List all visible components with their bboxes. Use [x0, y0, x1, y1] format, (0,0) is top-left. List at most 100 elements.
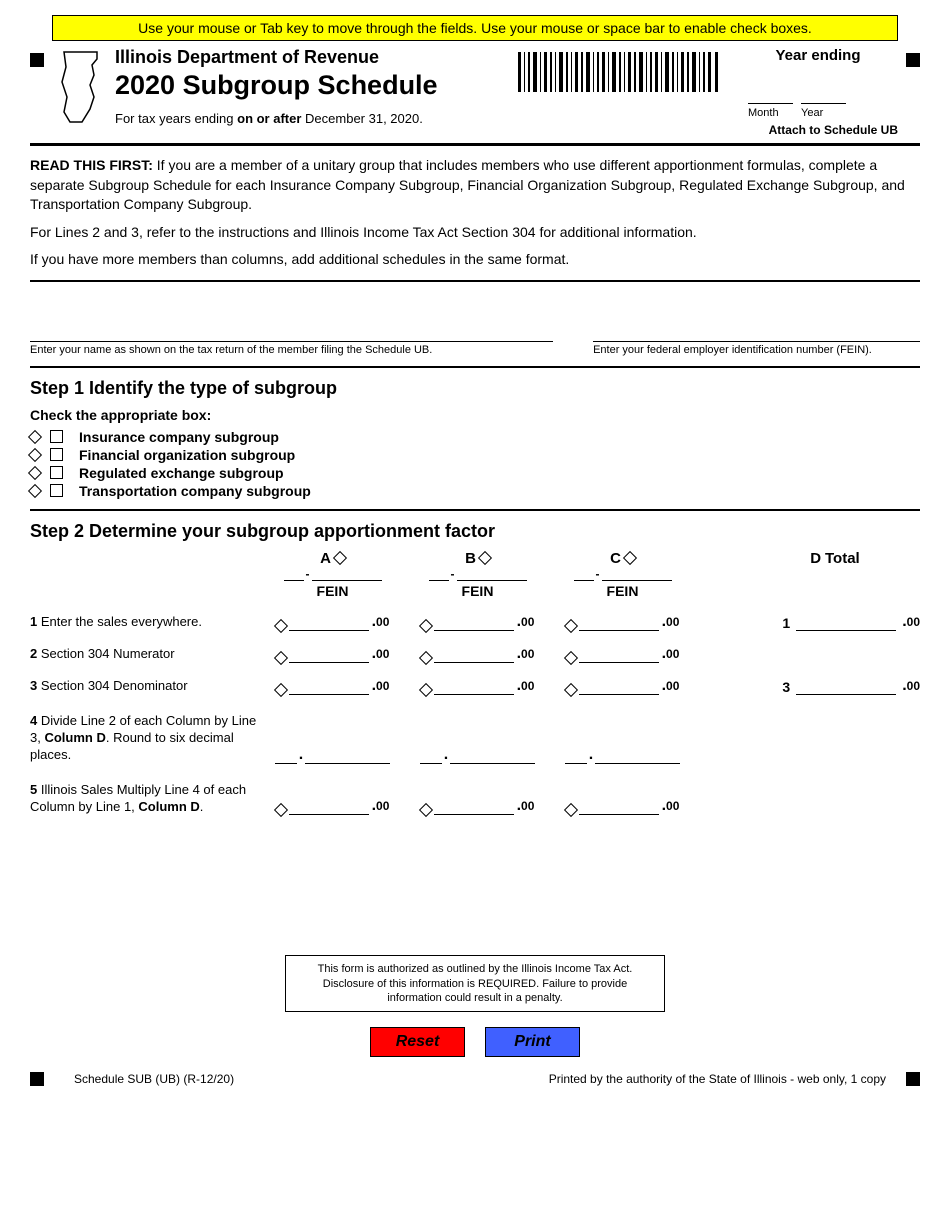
- line4-c-int-input[interactable]: [565, 748, 587, 764]
- checkbox-input[interactable]: [50, 430, 63, 443]
- apportionment-table: A - FEIN B - FEIN C - FEIN D Total 1 Ent…: [30, 550, 920, 815]
- diamond-icon: [478, 551, 492, 565]
- checkbox-label: Insurance company subgroup: [79, 429, 279, 445]
- line3-a-input[interactable]: [289, 677, 369, 695]
- year-ending-block: Year ending Month Year Attach to Schedul…: [738, 47, 898, 137]
- line-5-row: 5 Illinois Sales Multiply Line 4 of each…: [30, 782, 920, 816]
- diamond-icon: [419, 651, 433, 665]
- fein-input[interactable]: [593, 322, 920, 342]
- form-id: Schedule SUB (UB) (R-12/20): [74, 1072, 234, 1086]
- fein-header-c: FEIN: [550, 583, 695, 599]
- line3-total-input[interactable]: [796, 677, 896, 695]
- line5-b-input[interactable]: [434, 797, 514, 815]
- line-3-row: 3 Section 304 Denominator .00 .00 .00 3.…: [30, 677, 920, 695]
- diamond-icon: [564, 619, 578, 633]
- checkbox-insurance: Insurance company subgroup: [30, 429, 920, 445]
- line5-c-input[interactable]: [579, 797, 659, 815]
- diamond-icon: [419, 803, 433, 817]
- diamond-icon: [28, 448, 42, 462]
- more-members-note: If you have more members than columns, a…: [30, 250, 920, 270]
- lines-2-3-note: For Lines 2 and 3, refer to the instruct…: [30, 223, 920, 243]
- diamond-icon: [274, 651, 288, 665]
- check-appropriate-label: Check the appropriate box:: [30, 407, 920, 423]
- diamond-icon: [28, 466, 42, 480]
- checkbox-label: Transportation company subgroup: [79, 483, 311, 499]
- divider: [30, 143, 920, 146]
- year-label: Year: [801, 107, 846, 119]
- name-label: Enter your name as shown on the tax retu…: [30, 344, 553, 356]
- diamond-icon: [28, 484, 42, 498]
- fein-b-suffix-input[interactable]: [457, 567, 527, 581]
- checkbox-regulated: Regulated exchange subgroup: [30, 465, 920, 481]
- print-authority: Printed by the authority of the State of…: [549, 1072, 886, 1086]
- line1-c-input[interactable]: [579, 613, 659, 631]
- read-this-first: READ THIS FIRST: If you are a member of …: [30, 156, 920, 215]
- diamond-icon: [274, 683, 288, 697]
- line4-a-int-input[interactable]: [275, 748, 297, 764]
- diamond-icon: [419, 683, 433, 697]
- divider: [30, 280, 920, 282]
- line2-a-input[interactable]: [289, 645, 369, 663]
- checkbox-label: Regulated exchange subgroup: [79, 465, 284, 481]
- line-4-row: 4 Divide Line 2 of each Column by Line 3…: [30, 713, 920, 764]
- registration-mark-br: [906, 1072, 920, 1086]
- attach-note: Attach to Schedule UB: [738, 123, 898, 137]
- diamond-icon: [333, 551, 347, 565]
- illinois-state-icon: [52, 47, 107, 127]
- fein-a-suffix-input[interactable]: [312, 567, 382, 581]
- button-row: Reset Print: [30, 1027, 920, 1057]
- fein-c-suffix-input[interactable]: [602, 567, 672, 581]
- title-block: Illinois Department of Revenue 2020 Subg…: [115, 47, 498, 126]
- line4-b-dec-input[interactable]: [450, 748, 535, 764]
- line2-c-input[interactable]: [579, 645, 659, 663]
- fein-label: Enter your federal employer identificati…: [593, 344, 920, 356]
- checkbox-input[interactable]: [50, 466, 63, 479]
- line4-b-int-input[interactable]: [420, 748, 442, 764]
- fein-b-prefix-input[interactable]: [429, 567, 449, 581]
- year-input[interactable]: [801, 86, 846, 104]
- header: Illinois Department of Revenue 2020 Subg…: [30, 47, 920, 137]
- diamond-icon: [564, 683, 578, 697]
- checkbox-input[interactable]: [50, 484, 63, 497]
- year-ending-label: Year ending: [738, 47, 898, 64]
- line4-c-dec-input[interactable]: [595, 748, 680, 764]
- registration-mark-bl: [30, 1072, 44, 1086]
- registration-mark-tr: [906, 53, 920, 67]
- checkbox-input[interactable]: [50, 448, 63, 461]
- tax-years-note: For tax years ending on or after Decembe…: [115, 111, 498, 126]
- print-button[interactable]: Print: [485, 1027, 580, 1057]
- reset-button[interactable]: Reset: [370, 1027, 465, 1057]
- diamond-icon: [419, 619, 433, 633]
- diamond-icon: [564, 803, 578, 817]
- diamond-icon: [28, 430, 42, 444]
- line5-a-input[interactable]: [289, 797, 369, 815]
- checkbox-label: Financial organization subgroup: [79, 447, 295, 463]
- step1-title: Step 1 Identify the type of subgroup: [30, 378, 920, 399]
- line-1-row: 1 Enter the sales everywhere. .00 .00 .0…: [30, 613, 920, 631]
- line1-b-input[interactable]: [434, 613, 514, 631]
- diamond-icon: [623, 551, 637, 565]
- line1-a-input[interactable]: [289, 613, 369, 631]
- name-input[interactable]: [30, 322, 553, 342]
- identity-row: Enter your name as shown on the tax retu…: [30, 322, 920, 356]
- column-headers: A - FEIN B - FEIN C - FEIN D Total: [30, 550, 920, 599]
- checkbox-transportation: Transportation company subgroup: [30, 483, 920, 499]
- line2-b-input[interactable]: [434, 645, 514, 663]
- line1-total-input[interactable]: [796, 613, 896, 631]
- diamond-icon: [274, 803, 288, 817]
- line3-c-input[interactable]: [579, 677, 659, 695]
- month-input[interactable]: [748, 86, 793, 104]
- registration-mark-tl: [30, 53, 44, 67]
- fein-a-prefix-input[interactable]: [284, 567, 304, 581]
- line3-b-input[interactable]: [434, 677, 514, 695]
- line4-a-dec-input[interactable]: [305, 748, 390, 764]
- divider: [30, 366, 920, 368]
- department-name: Illinois Department of Revenue: [115, 47, 498, 68]
- disclosure-box: This form is authorized as outlined by t…: [285, 955, 665, 1012]
- step2-title: Step 2 Determine your subgroup apportion…: [30, 521, 920, 542]
- fein-header-b: FEIN: [405, 583, 550, 599]
- fein-c-prefix-input[interactable]: [574, 567, 594, 581]
- line-2-row: 2 Section 304 Numerator .00 .00 .00: [30, 645, 920, 663]
- diamond-icon: [274, 619, 288, 633]
- form-title: 2020 Subgroup Schedule: [115, 70, 498, 101]
